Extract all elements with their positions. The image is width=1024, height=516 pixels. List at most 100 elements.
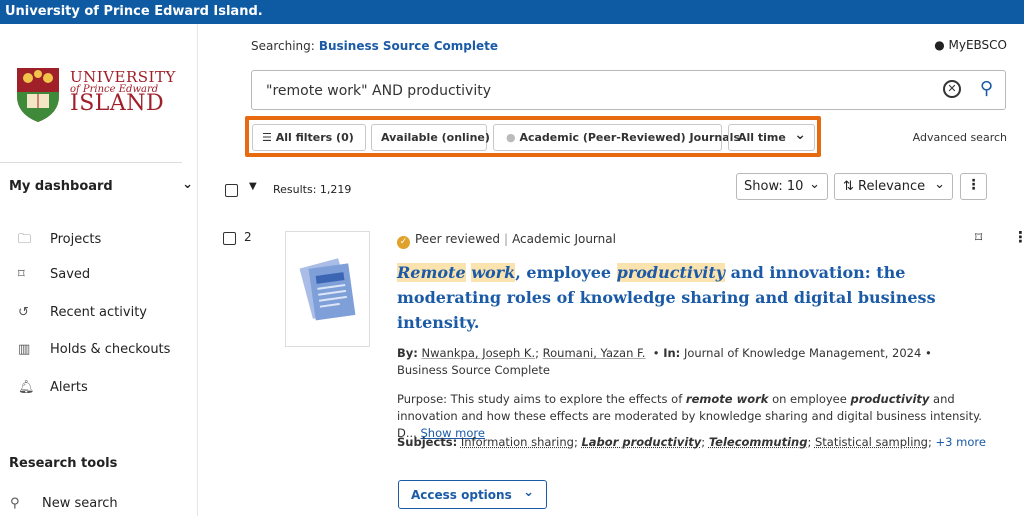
logo-wordmark: UNIVERSITY of Prince Edward ISLAND bbox=[70, 68, 176, 116]
sidebar-item-label: Recent activity bbox=[50, 305, 147, 320]
results-count: Results: 1,219 bbox=[273, 183, 352, 196]
title-text: , employee bbox=[515, 263, 617, 282]
filter-bar: ☰ All filters (0) Available (online) ● A… bbox=[245, 116, 821, 157]
peer-reviewed-label: Academic (Peer-Reviewed) Journals bbox=[519, 131, 740, 144]
database-text: Business Source Complete bbox=[397, 363, 550, 377]
date-range-label: All time bbox=[738, 131, 786, 144]
sidebar: UNIVERSITY of Prince Edward ISLAND My da… bbox=[0, 24, 198, 516]
result-checkbox[interactable] bbox=[223, 232, 236, 245]
sidebar-item-projects[interactable]: 🗀 Projects bbox=[18, 230, 101, 252]
clear-icon[interactable]: ✕ bbox=[943, 80, 961, 98]
access-options-button[interactable]: Access options ⌄ bbox=[398, 480, 547, 509]
available-online-label: Available (online) bbox=[381, 131, 490, 144]
bookmark-icon[interactable]: ⌑ bbox=[975, 230, 982, 246]
author-link[interactable]: Roumani, Yazan F. bbox=[543, 346, 646, 360]
logo-line-3: ISLAND bbox=[70, 91, 165, 116]
folder-icon: 🗀 bbox=[18, 232, 32, 247]
chevron-down-icon: ⌄ bbox=[182, 177, 193, 192]
document-thumbnail[interactable] bbox=[285, 231, 370, 347]
page-size-label: Show: 10 bbox=[744, 179, 804, 194]
database-link[interactable]: Business Source Complete bbox=[319, 39, 498, 53]
result-number: 2 bbox=[244, 230, 252, 244]
search-icon[interactable]: ⚲ bbox=[980, 78, 993, 99]
sidebar-item-holds[interactable]: ▥ Holds & checkouts bbox=[18, 342, 170, 357]
chevron-down-icon: ⌄ bbox=[523, 485, 534, 500]
sidebar-item-label: Alerts bbox=[50, 380, 88, 395]
select-caret-icon[interactable]: ▼ bbox=[249, 181, 257, 192]
searching-prefix: Searching: bbox=[251, 39, 315, 53]
sidebar-divider bbox=[0, 162, 182, 163]
dashboard-toggle[interactable]: My dashboard ⌄ bbox=[9, 177, 193, 194]
in-label: In: bbox=[663, 346, 681, 360]
institution-banner: University of Prince Edward Island. bbox=[0, 0, 1024, 24]
chevron-down-icon: ⌄ bbox=[794, 127, 806, 143]
meta-divider: | bbox=[504, 232, 509, 246]
crest-icon bbox=[17, 68, 59, 122]
filter-icon: ☰ bbox=[262, 131, 272, 144]
subjects-label: Subjects: bbox=[397, 435, 458, 449]
sidebar-item-alerts[interactable]: 🔔︎ Alerts bbox=[18, 380, 88, 395]
more-options-button[interactable]: ⋮ bbox=[960, 173, 987, 200]
sort-select[interactable]: ⇅ Relevance ⌄ bbox=[834, 173, 953, 200]
subject-link[interactable]: Labor productivity bbox=[581, 435, 701, 449]
myebsco-button[interactable]: ● MyEBSCO bbox=[934, 38, 1007, 52]
all-filters-button[interactable]: ☰ All filters (0) bbox=[252, 124, 366, 151]
abstract-text: on employee bbox=[768, 392, 851, 406]
books-icon: ▥ bbox=[18, 342, 31, 357]
peer-reviewed-label: Peer reviewed bbox=[415, 232, 501, 246]
subject-link[interactable]: Information sharing bbox=[461, 435, 574, 449]
select-all-checkbox[interactable] bbox=[225, 184, 238, 197]
abstract-highlight: remote work bbox=[685, 392, 769, 406]
searching-label: Searching: Business Source Complete bbox=[251, 39, 498, 53]
bookmark-icon: ⌑ bbox=[18, 267, 25, 282]
myebsco-label: MyEBSCO bbox=[948, 38, 1008, 52]
search-query: "remote work" AND productivity bbox=[266, 83, 491, 99]
date-range-dropdown[interactable]: All time ⌄ bbox=[728, 124, 815, 151]
search-icon: ⚲ bbox=[10, 496, 20, 511]
title-highlight: Remote bbox=[397, 263, 466, 282]
result-subjects: Subjects: Information sharing; Labor pro… bbox=[397, 435, 986, 449]
result-more-icon[interactable]: ⋮ bbox=[1013, 228, 1024, 246]
sidebar-item-label: Saved bbox=[50, 267, 91, 282]
access-options-label: Access options bbox=[411, 488, 512, 502]
sidebar-item-recent-activity[interactable]: ↺ Recent activity bbox=[18, 305, 147, 320]
sort-icon: ⇅ bbox=[843, 179, 854, 194]
author-link[interactable]: Nwankpa, Joseph K. bbox=[422, 346, 536, 360]
abstract-text: Purpose: This study aims to explore the … bbox=[397, 392, 686, 406]
abstract-highlight: productivity bbox=[850, 392, 930, 406]
subject-link[interactable]: Statistical sampling bbox=[815, 435, 928, 449]
result-byline: By: Nwankpa, Joseph K.; Roumani, Yazan F… bbox=[397, 346, 932, 377]
university-logo[interactable]: UNIVERSITY of Prince Edward ISLAND bbox=[14, 64, 176, 124]
search-input[interactable]: "remote work" AND productivity ✕ ⚲ bbox=[251, 70, 1006, 110]
page-size-select[interactable]: Show: 10 ⌄ bbox=[736, 173, 828, 200]
user-icon: ● bbox=[934, 38, 945, 52]
available-online-chip[interactable]: Available (online) bbox=[371, 124, 490, 151]
main-content: Searching: Business Source Complete ● MyE… bbox=[198, 24, 1024, 516]
chevron-down-icon: ⌄ bbox=[809, 177, 820, 192]
sidebar-item-label: New search bbox=[42, 496, 118, 511]
research-tools-heading: Research tools bbox=[9, 456, 118, 471]
bell-icon: 🔔︎ bbox=[18, 380, 35, 395]
by-label: By: bbox=[397, 346, 418, 360]
all-filters-label: All filters (0) bbox=[275, 131, 354, 144]
subject-link[interactable]: Telecommuting bbox=[709, 435, 808, 449]
result-title-link[interactable]: Remote work, employee productivity and i… bbox=[397, 260, 957, 335]
more-subjects-link[interactable]: +3 more bbox=[936, 435, 986, 449]
history-icon: ↺ bbox=[18, 305, 29, 320]
result-meta: ✓ Peer reviewed | Academic Journal bbox=[397, 232, 616, 249]
advanced-search-link[interactable]: Advanced search bbox=[913, 131, 1007, 144]
peer-reviewed-chip[interactable]: ● Academic (Peer-Reviewed) Journals bbox=[493, 124, 740, 151]
source-text: Journal of Knowledge Management, 2024 bbox=[683, 346, 922, 360]
sidebar-item-saved[interactable]: ⌑ Saved bbox=[18, 267, 90, 282]
sidebar-item-label: Holds & checkouts bbox=[50, 342, 171, 357]
title-highlight: productivity bbox=[616, 263, 726, 282]
publication-type: Academic Journal bbox=[512, 232, 616, 246]
sidebar-item-new-search[interactable]: ⚲ New search bbox=[10, 496, 118, 511]
title-highlight: work bbox=[471, 263, 516, 282]
peer-reviewed-icon: ✓ bbox=[397, 236, 410, 249]
sidebar-item-label: Projects bbox=[50, 232, 102, 247]
document-icon bbox=[299, 258, 356, 321]
chevron-down-icon: ⌄ bbox=[934, 177, 945, 192]
check-circle-icon: ● bbox=[506, 131, 516, 144]
sort-label: Relevance bbox=[858, 179, 926, 194]
